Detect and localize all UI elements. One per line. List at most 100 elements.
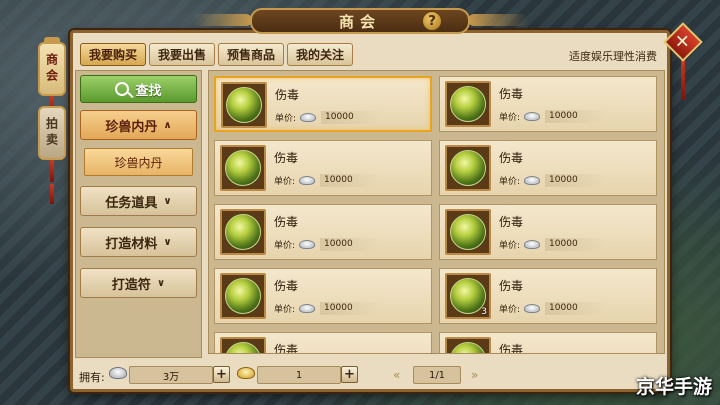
item-quantity: 3 xyxy=(481,307,487,317)
chevron-down-icon: ∨ xyxy=(163,236,172,248)
item-price: 单价: 10000 xyxy=(275,111,382,124)
item-name: 伤毒 xyxy=(274,343,299,354)
silver-icon xyxy=(524,112,541,121)
pet-core-icon xyxy=(450,150,486,186)
item-name: 伤毒 xyxy=(275,88,300,102)
search-icon xyxy=(115,82,130,96)
price-label: 单价: xyxy=(499,113,521,123)
price-value: 10000 xyxy=(545,302,606,315)
add-silver-button[interactable]: + xyxy=(213,366,230,383)
item-card[interactable]: 伤毒 单价: 10000 xyxy=(214,204,432,260)
page-title: 商会 xyxy=(338,12,381,31)
silver-icon xyxy=(300,113,317,122)
chevron-down-icon: ∨ xyxy=(156,277,166,289)
pet-core-icon xyxy=(225,342,261,353)
silver-icon xyxy=(299,240,316,249)
top-tabs: 我要购买 我要出售 预售商品 我的关注 xyxy=(80,43,354,66)
item-grid: 伤毒 单价: 10000 伤毒 单价: 10000 伤毒 单价: 10000 伤毒 单… xyxy=(208,70,665,354)
tab-buy[interactable]: 我要购买 xyxy=(80,43,147,66)
price-label: 单价: xyxy=(274,305,296,315)
title-ornament-left xyxy=(192,14,252,26)
item-price: 单价: 10000 xyxy=(499,110,606,123)
item-icon xyxy=(445,81,491,127)
pet-core-icon xyxy=(450,214,486,250)
price-value: 10000 xyxy=(321,111,382,124)
item-card[interactable]: 伤毒 xyxy=(439,332,657,354)
tab-sell[interactable]: 我要出售 xyxy=(149,43,216,66)
page-indicator: 1/1 xyxy=(413,366,461,384)
close-icon: ✕ xyxy=(675,31,691,53)
item-card[interactable]: 伤毒 单价: 10000 xyxy=(439,204,657,260)
price-label: 单价: xyxy=(499,177,521,187)
item-name: 伤毒 xyxy=(499,279,524,293)
item-price: 单价: 10000 xyxy=(274,174,381,187)
item-card[interactable]: 伤毒 单价: 10000 xyxy=(214,268,432,324)
item-name: 伤毒 xyxy=(274,215,299,229)
own-label: 拥有: xyxy=(79,371,105,384)
notice-text: 适度娱乐理性消费 xyxy=(569,50,657,63)
item-icon xyxy=(220,273,266,319)
item-icon xyxy=(221,82,267,128)
price-value: 10000 xyxy=(545,238,606,251)
tab-presale[interactable]: 预售商品 xyxy=(218,43,285,66)
item-icon xyxy=(445,145,491,191)
price-label: 单价: xyxy=(275,114,297,124)
gold-ingot-icon xyxy=(237,367,255,379)
item-card[interactable]: 3 伤毒 单价: 10000 xyxy=(439,268,657,324)
silver-amount: 3万 xyxy=(129,366,213,384)
item-price: 单价: 10000 xyxy=(499,174,606,187)
prev-page-button[interactable]: « xyxy=(393,368,400,382)
item-name: 伤毒 xyxy=(499,87,524,101)
item-icon xyxy=(220,337,266,353)
add-gold-button[interactable]: + xyxy=(341,366,358,383)
help-button[interactable]: ? xyxy=(422,11,442,31)
item-name: 伤毒 xyxy=(499,215,524,229)
item-card[interactable]: 伤毒 单价: 10000 xyxy=(214,76,432,132)
price-value: 10000 xyxy=(545,110,606,123)
chevron-up-icon: ∧ xyxy=(163,119,172,131)
silver-icon xyxy=(299,176,316,185)
price-value: 10000 xyxy=(320,174,381,187)
tab-watchlist[interactable]: 我的关注 xyxy=(287,43,354,66)
side-tab-tassel xyxy=(50,160,54,182)
search-button[interactable]: 查找 xyxy=(80,75,197,103)
category-quest-items[interactable]: 任务道具 ∨ xyxy=(80,186,197,216)
item-icon xyxy=(445,337,491,353)
category-label: 打造材料 xyxy=(105,236,158,252)
close-tassel xyxy=(681,60,685,100)
price-value: 10000 xyxy=(545,174,606,187)
price-label: 单价: xyxy=(499,305,521,315)
price-label: 单价: xyxy=(499,241,521,251)
pet-core-icon xyxy=(225,150,261,186)
item-card[interactable]: 伤毒 xyxy=(214,332,432,354)
category-forge-materials[interactable]: 打造材料 ∨ xyxy=(80,227,197,257)
item-price: 单价: 10000 xyxy=(274,302,381,315)
item-price: 单价: 10000 xyxy=(499,302,606,315)
category-label: 任务道具 xyxy=(105,195,158,211)
silver-icon xyxy=(524,176,541,185)
side-tab-guild[interactable]: 商会 xyxy=(38,42,66,96)
silver-ingot-icon xyxy=(109,367,127,379)
item-name: 伤毒 xyxy=(499,343,524,354)
silver-icon xyxy=(524,304,541,313)
category-forge-talismans[interactable]: 打造符 ∨ xyxy=(80,268,197,298)
item-card[interactable]: 伤毒 单价: 10000 xyxy=(439,76,657,132)
category-pet-core[interactable]: 珍兽内丹 ∧ xyxy=(80,110,197,140)
category-label: 打造符 xyxy=(111,277,151,293)
price-value: 10000 xyxy=(320,302,381,315)
item-icon xyxy=(445,209,491,255)
subcategory-pet-core[interactable]: 珍兽内丹 xyxy=(84,148,193,176)
silver-icon xyxy=(524,240,541,249)
item-card[interactable]: 伤毒 单价: 10000 xyxy=(439,140,657,196)
watermark-logo: 京华手游 xyxy=(635,376,712,398)
gold-amount: 1 xyxy=(257,366,341,384)
next-page-button[interactable]: » xyxy=(471,368,478,382)
item-card[interactable]: 伤毒 单价: 10000 xyxy=(214,140,432,196)
chevron-down-icon: ∨ xyxy=(163,195,172,207)
pet-core-icon xyxy=(225,214,261,250)
item-icon: 3 xyxy=(445,273,491,319)
price-label: 单价: xyxy=(274,241,296,251)
pet-core-icon xyxy=(450,342,486,353)
side-tab-auction[interactable]: 拍卖 xyxy=(38,106,66,160)
side-tab-tassel xyxy=(50,184,54,204)
